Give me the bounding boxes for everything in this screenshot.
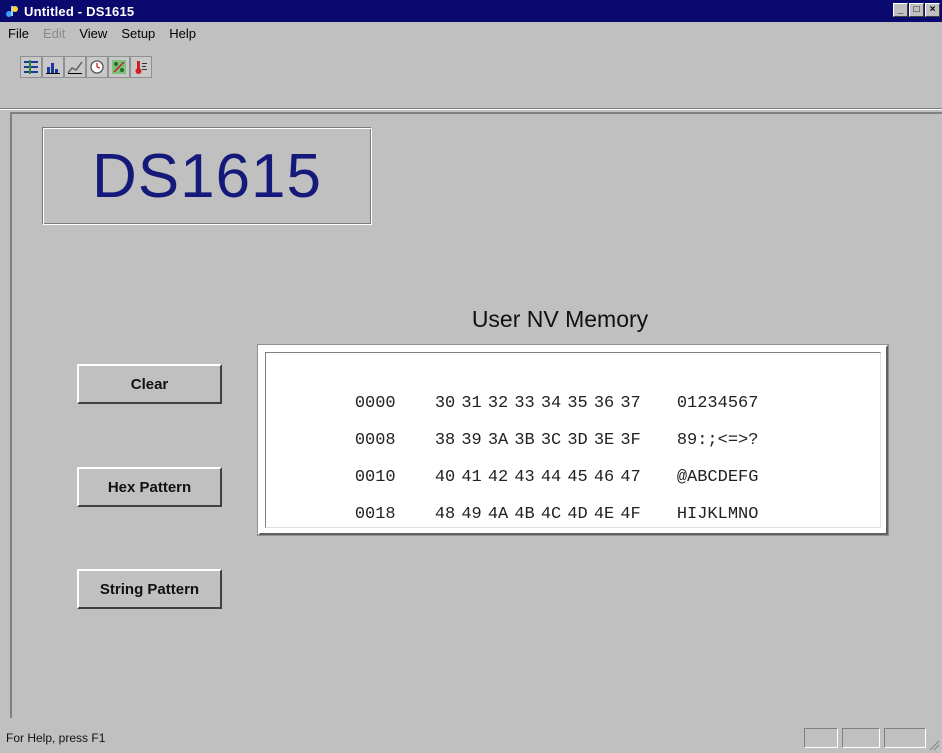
resize-grip-icon[interactable]	[928, 739, 940, 751]
memory-byte: 41	[461, 468, 482, 487]
memory-byte: 3D	[567, 431, 588, 450]
memory-byte: 36	[593, 394, 615, 413]
thermometer-icon[interactable]	[130, 56, 152, 78]
memory-byte: 4E	[593, 505, 615, 524]
memory-byte: 47	[620, 468, 641, 487]
memory-ascii: 89:;<=>?	[676, 431, 759, 450]
memory-byte: 33	[514, 394, 535, 413]
clock-icon[interactable]	[86, 56, 108, 78]
memory-byte: 3F	[620, 431, 641, 450]
memory-byte: 45	[567, 468, 588, 487]
memory-byte: 4F	[620, 505, 641, 524]
memory-byte: 44	[540, 468, 562, 487]
status-pane	[884, 728, 926, 748]
memory-byte: 4C	[540, 505, 562, 524]
temperature-log-icon[interactable]	[20, 56, 42, 78]
toolbar-divider	[0, 108, 942, 110]
memory-byte: 46	[593, 468, 615, 487]
memory-title: User NV Memory	[471, 306, 649, 332]
memory-byte: 3E	[593, 431, 615, 450]
menu-bar: File Edit View Setup Help	[0, 22, 942, 44]
menu-setup[interactable]: Setup	[121, 26, 155, 41]
memory-address: 0010	[354, 468, 396, 487]
status-bar: For Help, press F1	[0, 722, 942, 753]
memory-address: 0000	[354, 394, 396, 413]
device-name: DS1615	[91, 141, 323, 211]
memory-byte: 3B	[514, 431, 535, 450]
memory-byte: 40	[434, 468, 456, 487]
status-pane	[804, 728, 838, 748]
menu-help[interactable]: Help	[169, 26, 196, 41]
memory-ascii: @ABCDEFG	[676, 468, 759, 487]
memory-byte: 3A	[487, 431, 509, 450]
status-text: For Help, press F1	[6, 731, 106, 745]
hex-pattern-button[interactable]: Hex Pattern	[77, 467, 222, 507]
memory-byte: 3C	[540, 431, 562, 450]
memory-row: 0018 48 49 4A 4B 4C 4D 4E 4F HIJKLMNO	[314, 486, 759, 524]
status-pane	[842, 728, 880, 748]
app-icon[interactable]	[4, 3, 20, 19]
device-name-panel: DS1615	[42, 127, 372, 225]
histogram-icon[interactable]	[42, 56, 64, 78]
memory-byte: 37	[620, 394, 641, 413]
menu-view[interactable]: View	[79, 26, 107, 41]
memory-byte: 4D	[567, 505, 588, 524]
percent-icon[interactable]	[108, 56, 130, 78]
menu-file[interactable]: File	[8, 26, 29, 41]
memory-byte: 31	[461, 394, 482, 413]
string-pattern-button[interactable]: String Pattern	[77, 569, 222, 609]
memory-byte: 39	[461, 431, 482, 450]
memory-byte: 4A	[487, 505, 509, 524]
memory-ascii: HIJKLMNO	[676, 505, 759, 524]
clear-button[interactable]: Clear	[77, 364, 222, 404]
menu-edit[interactable]: Edit	[43, 26, 65, 41]
memory-byte: 35	[567, 394, 588, 413]
memory-row: 0000 30 31 32 33 34 35 36 37 01234567	[314, 375, 759, 413]
memory-byte: 42	[487, 468, 509, 487]
memory-byte: 4B	[514, 505, 535, 524]
memory-byte: 34	[540, 394, 562, 413]
memory-byte: 48	[434, 505, 456, 524]
memory-byte: 38	[434, 431, 456, 450]
memory-row: 0008 38 39 3A 3B 3C 3D 3E 3F 89:;<=>?	[314, 412, 759, 450]
memory-byte: 49	[461, 505, 482, 524]
close-icon[interactable]: ×	[925, 3, 940, 17]
maximize-icon[interactable]: □	[909, 3, 924, 17]
memory-address: 0018	[354, 505, 396, 524]
memory-row: 0010 40 41 42 43 44 45 46 47 @ABCDEFG	[314, 449, 759, 487]
toolbar	[0, 46, 942, 110]
title-bar: Untitled - DS1615 _ □ ×	[0, 0, 942, 22]
memory-byte: 30	[434, 394, 456, 413]
window-title: Untitled - DS1615	[24, 3, 135, 19]
minimize-icon[interactable]: _	[893, 3, 908, 17]
memory-address: 0008	[354, 431, 396, 450]
memory-panel: 0000 30 31 32 33 34 35 36 37 01234567 0008 38 39 3A 3…	[257, 344, 889, 536]
memory-ascii: 01234567	[676, 394, 759, 413]
line-graph-icon[interactable]	[64, 56, 86, 78]
memory-byte: 32	[487, 394, 509, 413]
memory-byte: 43	[514, 468, 535, 487]
